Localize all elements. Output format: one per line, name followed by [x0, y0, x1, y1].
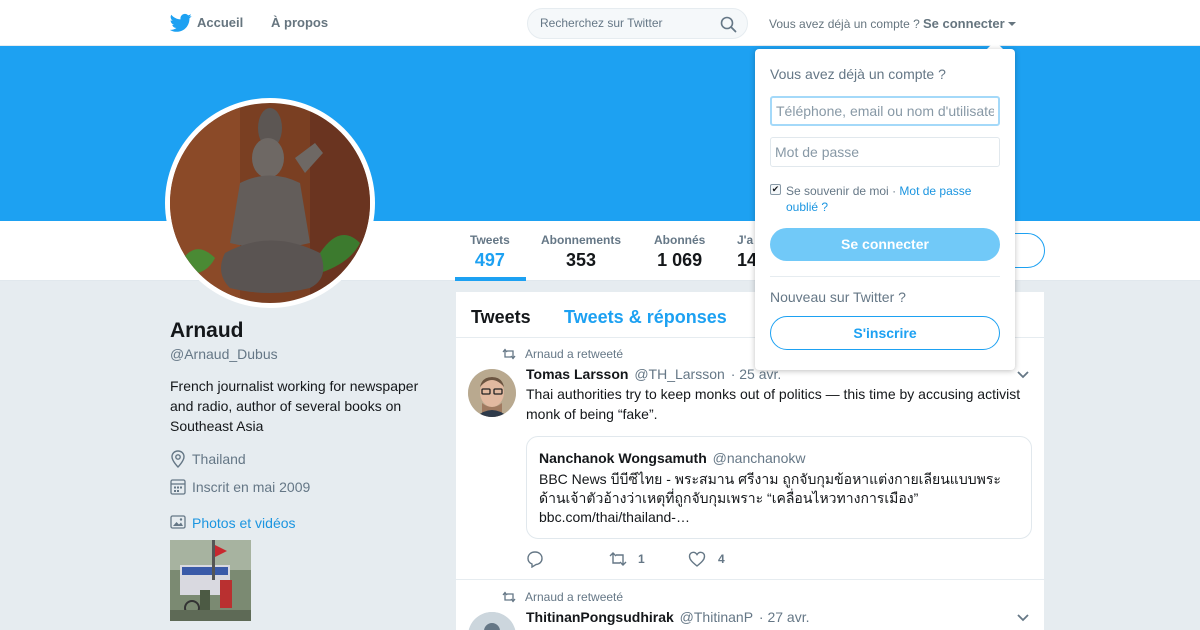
photos-videos-link[interactable]: Photos et vidéos	[170, 514, 430, 534]
retweet-icon	[609, 552, 627, 566]
retweet-small-icon	[502, 348, 516, 360]
caret-down-icon[interactable]	[1008, 22, 1016, 26]
dropdown-arrow	[987, 41, 1003, 49]
stat-following[interactable]: Abonnements 353	[541, 233, 621, 271]
new-user-prompt: Nouveau sur Twitter ?	[770, 289, 906, 305]
stat-tweets[interactable]: Tweets 497	[470, 233, 510, 271]
login-dropdown-toggle[interactable]: Se connecter	[923, 16, 1005, 31]
login-title: Vous avez déjà un compte ?	[770, 66, 946, 82]
username-field[interactable]	[770, 96, 1000, 126]
like-count: 4	[718, 552, 725, 566]
profile-name: Arnaud	[170, 319, 244, 342]
quote-author: Nanchanok Wongsamuth @nanchanokw	[539, 450, 805, 466]
tweet-date[interactable]: · 27 avr.	[759, 609, 810, 625]
stat-value: 353	[565, 250, 597, 270]
tweet-author-handle[interactable]: @ThitinanP	[680, 609, 753, 625]
media-thumbnail[interactable]	[170, 540, 251, 621]
reply-icon	[527, 551, 543, 568]
login-prompt-text: Vous avez déjà un compte ?	[769, 17, 920, 31]
quote-text: BBC News บีบีซีไทย - พระสมาน ศรีงาม ถูกจ…	[539, 471, 1001, 525]
tweet-author-handle[interactable]: @TH_Larsson	[634, 366, 724, 382]
remember-me-label[interactable]: Se souvenir de moi	[786, 184, 889, 198]
nav-about-link[interactable]: À propos	[271, 15, 328, 30]
signup-button[interactable]: S'inscrire	[770, 316, 1000, 350]
tab-tweets-and-replies[interactable]: Tweets & réponses	[564, 307, 727, 328]
stat-value: 1 069	[657, 250, 703, 270]
quote-author-name: Nanchanok Wongsamuth	[539, 450, 707, 466]
profile-join-date: Inscrit en mai 2009	[170, 478, 430, 498]
calendar-icon	[170, 479, 186, 495]
login-button[interactable]: Se connecter	[770, 228, 1000, 261]
stat-value: 497	[474, 250, 505, 270]
twitter-bird-icon[interactable]	[170, 13, 192, 33]
stat-label: Abonnements	[541, 233, 622, 247]
chevron-down-icon[interactable]	[1017, 371, 1029, 379]
location-pin-icon	[171, 450, 185, 468]
tweet-author[interactable]: ThitinanPongsudhirak @ThitinanP · 27 avr…	[526, 609, 810, 625]
retweet-context: Arnaud a retweeté	[525, 347, 624, 361]
stat-followers[interactable]: Abonnés 1 069	[654, 233, 705, 271]
author-photo	[468, 369, 516, 417]
tweet-item[interactable]: Arnaud a retweeté Tomas Larsson @TH_Lars…	[456, 338, 1044, 580]
stat-label: Tweets	[470, 233, 510, 247]
tweet-author[interactable]: Tomas Larsson @TH_Larsson · 25 avr.	[526, 366, 781, 382]
tweet-author-avatar[interactable]	[468, 369, 516, 417]
active-tab-indicator	[455, 277, 526, 281]
chevron-down-icon[interactable]	[1017, 614, 1029, 622]
tweet-text: Thai authorities try to keep monks out o…	[526, 386, 1021, 422]
retweet-count: 1	[638, 552, 645, 566]
search-input[interactable]	[540, 16, 710, 30]
stat-label: Abonnés	[654, 233, 706, 247]
profile-bio: French journalist working for newspaper …	[170, 378, 419, 434]
tweet-item[interactable]: Arnaud a retweeté ThitinanPongsudhirak @…	[456, 581, 1044, 630]
tab-tweets[interactable]: Tweets	[471, 307, 531, 328]
heart-icon	[688, 551, 706, 567]
statue-photo	[170, 103, 370, 303]
password-field[interactable]	[770, 137, 1000, 167]
search-box	[527, 8, 748, 39]
photos-videos-label[interactable]: Photos et vidéos	[192, 515, 296, 531]
tweet-author-name[interactable]: ThitinanPongsudhirak	[526, 609, 674, 625]
retweet-small-icon	[502, 591, 516, 603]
retweet-context: Arnaud a retweeté	[525, 590, 624, 604]
quoted-tweet[interactable]: Nanchanok Wongsamuth @nanchanokw BBC New…	[526, 436, 1032, 539]
tweet-author-name[interactable]: Tomas Larsson	[526, 366, 628, 382]
remember-me-row: ✔ Se souvenir de moi · Mot de passe oubl…	[770, 184, 972, 214]
remember-me-checkbox[interactable]: ✔	[770, 184, 781, 195]
profile-location: Thailand	[170, 450, 430, 470]
search-icon[interactable]	[720, 16, 737, 33]
media-photo	[170, 540, 251, 621]
nav-home-link[interactable]: Accueil	[197, 15, 243, 30]
quote-author-handle: @nanchanokw	[712, 450, 806, 466]
join-date-text: Inscrit en mai 2009	[192, 479, 311, 495]
top-navigation: Accueil À propos Vous avez déjà un compt…	[0, 0, 1200, 46]
tweet-author-avatar[interactable]	[468, 612, 516, 630]
divider	[770, 276, 1000, 277]
photo-icon	[170, 515, 186, 529]
profile-handle: @Arnaud_Dubus	[170, 346, 278, 362]
profile-avatar[interactable]	[165, 98, 375, 308]
login-dropdown: Vous avez déjà un compte ? ✔ Se souvenir…	[755, 49, 1015, 370]
location-text: Thailand	[192, 451, 246, 467]
default-avatar	[468, 612, 516, 630]
